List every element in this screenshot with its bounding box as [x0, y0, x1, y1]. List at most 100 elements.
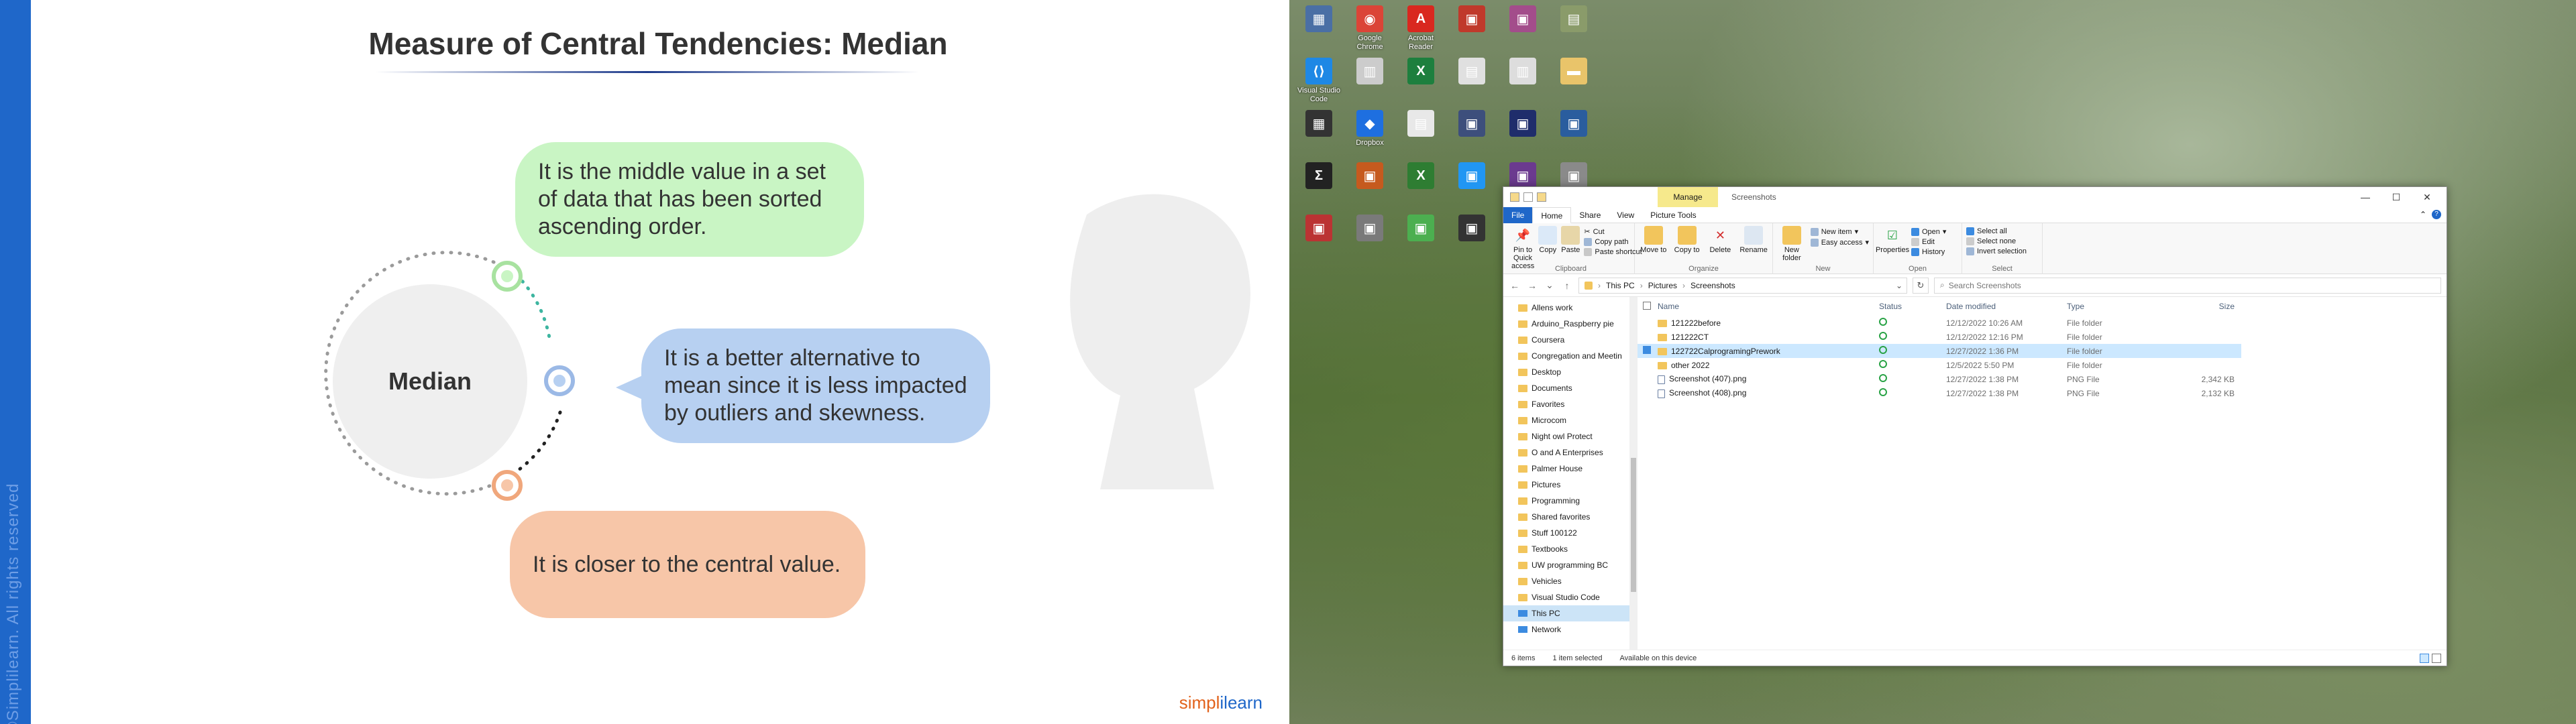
file-row[interactable]: 121222CT 12/12/2022 12:16 PM File folder	[1638, 330, 2241, 344]
invert-selection-button[interactable]: Invert selection	[1966, 247, 2027, 255]
nav-item[interactable]: Desktop	[1503, 364, 1638, 380]
nav-item[interactable]: Allens work	[1503, 300, 1638, 316]
address-dropdown-icon[interactable]: ⌄	[1896, 281, 1902, 290]
collapse-ribbon-icon[interactable]: ⌃	[2420, 210, 2426, 219]
desktop-icon[interactable]: ⟨⟩ Visual Studio Code	[1293, 55, 1344, 107]
folder-icon[interactable]	[1510, 192, 1519, 202]
column-date-modified[interactable]: Date modified	[1946, 302, 2067, 311]
copy-path-button[interactable]: Copy path	[1584, 238, 1642, 246]
nav-scroll-thumb[interactable]	[1631, 458, 1636, 592]
edit-button[interactable]: Edit	[1911, 238, 1946, 246]
desktop-icon[interactable]: ▣	[1395, 212, 1446, 264]
desktop-icon[interactable]: ▣	[1446, 3, 1497, 55]
copy-button[interactable]: Copy	[1538, 226, 1558, 254]
nav-scrollbar[interactable]	[1629, 297, 1638, 650]
nav-item[interactable]: Programming	[1503, 493, 1638, 509]
select-all-button[interactable]: Select all	[1966, 227, 2027, 235]
desktop-icon[interactable]: ▣	[1293, 212, 1344, 264]
cut-button[interactable]: ✂ Cut	[1584, 227, 1642, 237]
help-icon[interactable]: ?	[2432, 210, 2441, 219]
up-arrow-icon[interactable]: ↑	[1561, 280, 1573, 291]
desktop-icon[interactable]: ▣	[1446, 160, 1497, 212]
desktop-icon[interactable]: ▣	[1344, 212, 1395, 264]
tab-picture-tools[interactable]: Picture Tools	[1642, 207, 1704, 223]
open-button[interactable]: Open ▾	[1911, 227, 1946, 236]
history-button[interactable]: History	[1911, 248, 1946, 256]
search-box[interactable]: ⌕	[1934, 277, 2441, 294]
nav-item[interactable]: Stuff 100122	[1503, 525, 1638, 541]
paste-button[interactable]: Paste	[1561, 226, 1580, 254]
breadcrumb-this-pc[interactable]: This PC	[1606, 281, 1635, 290]
column-status[interactable]: Status	[1879, 302, 1946, 311]
refresh-button[interactable]: ↻	[1913, 277, 1929, 294]
breadcrumb-pictures[interactable]: Pictures	[1648, 281, 1677, 290]
file-row[interactable]: Screenshot (408).png 12/27/2022 1:38 PM PN…	[1638, 386, 2241, 400]
column-type[interactable]: Type	[2067, 302, 2167, 311]
select-none-button[interactable]: Select none	[1966, 237, 2027, 245]
file-row[interactable]: 121222before 12/12/2022 10:26 AM File fold…	[1638, 316, 2241, 330]
desktop-icon[interactable]: ▦	[1293, 3, 1344, 55]
desktop-icon[interactable]: ◆ Dropbox	[1344, 107, 1395, 160]
desktop-icon[interactable]: ▦	[1293, 107, 1344, 160]
back-arrow-icon[interactable]: ←	[1509, 280, 1521, 291]
desktop-icon[interactable]: ▣	[1344, 160, 1395, 212]
nav-item[interactable]: Textbooks	[1503, 541, 1638, 557]
desktop-icon[interactable]: ▥	[1497, 55, 1548, 107]
nav-item[interactable]: Network	[1503, 621, 1638, 638]
copy-to-button[interactable]: Copy to	[1672, 226, 1702, 254]
desktop-icon[interactable]: ▣	[1446, 107, 1497, 160]
nav-item[interactable]: Microcom	[1503, 412, 1638, 428]
properties-icon[interactable]	[1523, 192, 1533, 202]
tab-file[interactable]: File	[1503, 206, 1533, 223]
select-all-checkbox[interactable]	[1643, 301, 1651, 310]
desktop-icon[interactable]: X	[1395, 160, 1446, 212]
minimize-button[interactable]: —	[2350, 187, 2381, 207]
nav-item[interactable]: Night owl Protect	[1503, 428, 1638, 444]
row-checkbox[interactable]	[1643, 346, 1651, 354]
desktop-icon[interactable]: X	[1395, 55, 1446, 107]
nav-item[interactable]: Congregation and Meetin	[1503, 348, 1638, 364]
nav-item[interactable]: Favorites	[1503, 396, 1638, 412]
desktop-icon[interactable]: A Acrobat Reader	[1395, 3, 1446, 55]
easy-access-button[interactable]: Easy access ▾	[1810, 238, 1869, 247]
large-icons-view-button[interactable]	[2432, 654, 2441, 663]
nav-item[interactable]: Pictures	[1503, 477, 1638, 493]
breadcrumb-screenshots[interactable]: Screenshots	[1690, 281, 1735, 290]
nav-item[interactable]: This PC	[1503, 605, 1638, 621]
desktop-icon[interactable]: ▤	[1395, 107, 1446, 160]
desktop-icon[interactable]: ▣	[1446, 212, 1497, 264]
maximize-button[interactable]: ☐	[2381, 187, 2412, 207]
nav-item[interactable]: Palmer House	[1503, 461, 1638, 477]
nav-item[interactable]: Visual Studio Code	[1503, 589, 1638, 605]
desktop-icon[interactable]: Σ	[1293, 160, 1344, 212]
rename-button[interactable]: Rename	[1739, 226, 1768, 254]
delete-button[interactable]: ✕ Delete	[1706, 226, 1735, 254]
tab-home[interactable]: Home	[1532, 206, 1572, 223]
nav-item[interactable]: Arduino_Raspberry pie	[1503, 316, 1638, 332]
desktop-icon[interactable]: ▤	[1548, 3, 1599, 55]
properties-button[interactable]: ☑ Properties	[1876, 226, 1909, 254]
file-row[interactable]: Screenshot (407).png 12/27/2022 1:38 PM PN…	[1638, 372, 2241, 386]
nav-item[interactable]: Coursera	[1503, 332, 1638, 348]
desktop-icon[interactable]: ▣	[1548, 107, 1599, 160]
desktop-icon[interactable]: ▣	[1497, 3, 1548, 55]
desktop-icon[interactable]: ▥	[1344, 55, 1395, 107]
close-button[interactable]: ✕	[2412, 187, 2443, 207]
new-folder-button[interactable]: New folder	[1777, 226, 1807, 262]
details-view-button[interactable]	[2420, 654, 2429, 663]
address-bar[interactable]: › This PC › Pictures › Screenshots ⌄	[1578, 277, 1907, 294]
paste-shortcut-button[interactable]: Paste shortcut	[1584, 248, 1642, 256]
column-size[interactable]: Size	[2167, 302, 2235, 311]
new-folder-icon[interactable]	[1537, 192, 1546, 202]
forward-arrow-icon[interactable]: →	[1526, 280, 1538, 291]
tab-view[interactable]: View	[1609, 207, 1642, 223]
desktop-icon[interactable]: ▤	[1446, 55, 1497, 107]
file-row[interactable]: other 2022 12/5/2022 5:50 PM File folder	[1638, 358, 2241, 372]
nav-item[interactable]: Documents	[1503, 380, 1638, 396]
desktop-icon[interactable]: ▬	[1548, 55, 1599, 107]
file-row[interactable]: 122722CalprogramingPrework 12/27/2022 1:3…	[1638, 344, 2241, 358]
nav-item[interactable]: Shared favorites	[1503, 509, 1638, 525]
column-name[interactable]: Name	[1658, 302, 1879, 311]
recent-dropdown-icon[interactable]: ⌄	[1544, 280, 1556, 291]
nav-item[interactable]: O and A Enterprises	[1503, 444, 1638, 461]
